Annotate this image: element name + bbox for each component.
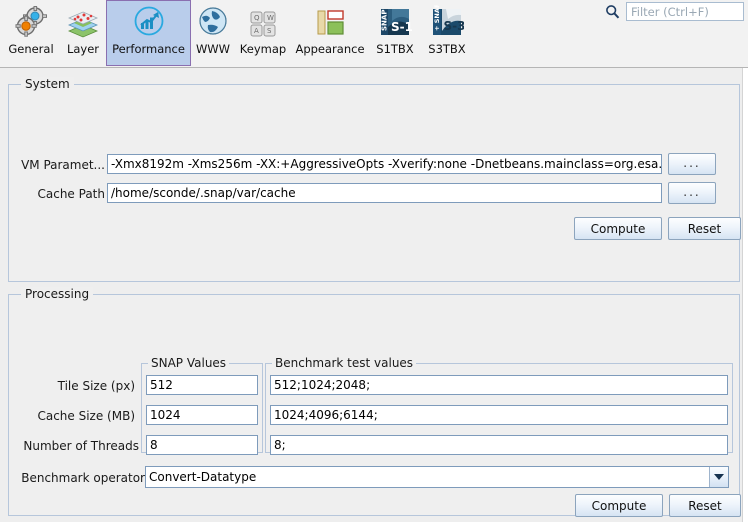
tab-performance[interactable]: Performance <box>106 0 191 66</box>
snap-s1-icon: SNAP S-1 <box>378 5 412 39</box>
svg-text:+ SNAP: + SNAP <box>433 5 441 31</box>
tab-s3tbx-label: S3TBX <box>428 42 466 56</box>
svg-text:S: S <box>267 27 272 35</box>
svg-text:Q: Q <box>254 14 260 22</box>
benchmark-values-column-header: Benchmark test values <box>272 356 417 370</box>
tab-keymap[interactable]: QW AS Keymap <box>235 0 291 66</box>
svg-text:S-1: S-1 <box>391 20 412 34</box>
snap-s3-icon: + SNAP S-3 <box>430 5 464 39</box>
chevron-down-icon[interactable] <box>709 467 728 487</box>
performance-chart-icon <box>132 5 166 39</box>
gears-icon <box>14 5 48 39</box>
cache-path-label: Cache Path <box>37 187 106 201</box>
layers-icon <box>66 5 100 39</box>
tab-general[interactable]: General <box>2 0 60 66</box>
appearance-panels-icon <box>313 5 347 39</box>
tab-appearance[interactable]: Appearance <box>291 0 369 66</box>
tab-www-label: WWW <box>195 42 231 56</box>
preferences-tabstrip: General Layer Performance WWW Q W A S Ke… <box>0 0 473 68</box>
vm-parameters-label: VM Paramet... <box>21 158 105 172</box>
right-edge-strip <box>742 68 748 522</box>
preferences-toolbar: General Layer Performance WWW Q W A S Ke… <box>0 0 748 68</box>
tile-size-benchmark-input[interactable]: 512;1024;2048; <box>270 375 728 395</box>
system-group: System VM Paramet... -Xmx8192m -Xms256m … <box>8 77 741 282</box>
number-of-threads-benchmark-input[interactable]: 8; <box>270 435 728 455</box>
cache-size-snap-input[interactable]: 1024 <box>146 405 258 425</box>
benchmark-operator-label: Benchmark operator <box>21 471 145 485</box>
tab-performance-label: Performance <box>112 42 185 56</box>
tab-general-label: General <box>8 42 54 56</box>
vm-parameters-browse-button[interactable]: ... <box>668 153 716 175</box>
tab-keymap-label: Keymap <box>239 42 287 56</box>
cache-path-browse-button[interactable]: ... <box>668 182 716 204</box>
processing-reset-button[interactable]: Reset <box>669 494 741 517</box>
svg-text:W: W <box>267 14 274 22</box>
snap-values-column-header: SNAP Values <box>148 356 230 370</box>
tab-appearance-label: Appearance <box>295 42 365 56</box>
filter-area <box>605 2 744 21</box>
system-reset-button[interactable]: Reset <box>668 217 741 240</box>
tab-layer-label: Layer <box>66 42 100 56</box>
tab-s1tbx-label: S1TBX <box>376 42 414 56</box>
search-input[interactable] <box>626 2 744 21</box>
vm-parameters-input[interactable]: -Xmx8192m -Xms256m -XX:+AggressiveOpts -… <box>107 154 662 174</box>
globe-icon <box>196 5 230 39</box>
svg-text:A: A <box>254 27 259 35</box>
tab-layer[interactable]: Layer <box>60 0 106 66</box>
cache-size-benchmark-input[interactable]: 1024;4096;6144; <box>270 405 728 425</box>
tab-s3tbx[interactable]: + SNAP S-3 S3TBX <box>421 0 473 66</box>
system-group-title: System <box>21 77 74 91</box>
search-icon[interactable] <box>605 4 620 19</box>
keyboard-keys-icon: QW AS <box>246 5 280 39</box>
benchmark-operator-value: Convert-Datatype <box>149 470 257 484</box>
processing-compute-button[interactable]: Compute <box>575 494 663 517</box>
tile-size-label: Tile Size (px) <box>57 379 135 393</box>
processing-group: Processing SNAP Values Benchmark test va… <box>8 287 741 517</box>
svg-text:SNAP: SNAP <box>381 10 389 31</box>
tile-size-snap-input[interactable]: 512 <box>146 375 258 395</box>
number-of-threads-label: Number of Threads <box>23 439 139 453</box>
svg-text:S-3: S-3 <box>444 19 465 33</box>
processing-group-title: Processing <box>21 287 94 301</box>
number-of-threads-snap-input[interactable]: 8 <box>146 435 258 455</box>
tab-s1tbx[interactable]: SNAP S-1 S1TBX <box>369 0 421 66</box>
cache-path-input[interactable]: /home/sconde/.snap/var/cache <box>107 183 662 203</box>
benchmark-operator-select[interactable]: Convert-Datatype <box>145 466 729 488</box>
preferences-window: General Layer Performance WWW Q W A S Ke… <box>0 0 748 522</box>
tab-www[interactable]: WWW <box>191 0 235 66</box>
cache-size-label: Cache Size (MB) <box>37 409 135 423</box>
system-compute-button[interactable]: Compute <box>574 217 662 240</box>
